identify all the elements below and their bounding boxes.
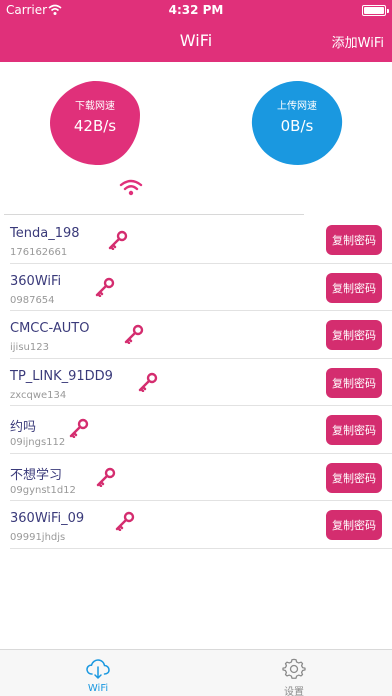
copy-password-button[interactable]: 复制密码 [326,320,382,350]
divider [4,214,304,215]
wifi-row: Tenda_198 176162661 复制密码 [0,216,392,264]
wifi-ssid: 360WiFi [10,273,62,289]
copy-password-button[interactable]: 复制密码 [326,462,382,493]
tab-wifi-label: WiFi [87,683,109,694]
wifi-ssid: TP_LINK_91DD9 [10,368,113,384]
wifi-ssid: 约吗 [10,420,37,435]
download-speed-label: 下载网速 [75,101,115,112]
copy-password-button[interactable]: 复制密码 [326,510,382,540]
wifi-password: ijisu123 [10,342,49,353]
tab-settings[interactable]: 设置 [196,650,392,696]
wifi-password: zxcqwe134 [10,389,67,401]
add-wifi-button[interactable]: 添加WiFi [332,32,384,51]
wifi-list: Tenda_198 176162661 复制密码 360WiFi 0987654… [0,216,392,549]
key-icon [95,277,115,297]
copy-password-button[interactable]: 复制密码 [326,415,382,445]
tab-settings-label: 设置 [284,687,304,696]
wifi-password: 176162661 [10,247,68,258]
cloud-download-icon [86,659,110,679]
upload-speed-label: 上传网速 [277,101,317,112]
wifi-icon [119,179,143,196]
download-speed-value: 42B/s [73,117,117,135]
battery-icon [362,5,389,16]
copy-password-button[interactable]: 复制密码 [326,225,382,255]
wifi-ssid: CMCC-AUTO [10,321,90,336]
key-icon [124,324,144,344]
wifi-ssid: Tenda_198 [10,226,80,241]
key-icon [115,511,135,531]
key-icon [108,230,128,250]
wifi-row: 约吗 09ijngs112 复制密码 [0,406,392,454]
status-time: 4:32 PM [168,3,224,17]
gear-icon [282,658,306,679]
wifi-ssid: 不想学习 [10,467,63,483]
upload-speed-badge: 上传网速 0B/s [250,79,344,167]
download-speed-badge: 下载网速 42B/s [48,79,142,167]
wifi-row: CMCC-AUTO ijisu123 复制密码 [0,311,392,359]
tab-bar: WiFi 设置 [0,649,392,696]
wifi-row: 不想学习 09gynst1d12 复制密码 [0,454,392,502]
upload-speed-value: 0B/s [280,117,314,135]
wifi-password: 0987654 [10,294,55,306]
status-bar: Carrier 4:32 PM [0,0,392,20]
wifi-password: 09991jhdjs [10,532,66,543]
nav-bar: WiFi 添加WiFi [0,20,392,62]
copy-password-button[interactable]: 复制密码 [326,367,382,398]
wifi-password: 09gynst1d12 [10,484,76,496]
key-icon [96,467,116,487]
wifi-row: 360WiFi_09 09991jhdjs 复制密码 [0,501,392,549]
wifi-row: TP_LINK_91DD9 zxcqwe134 复制密码 [0,359,392,407]
wifi-password: 09ijngs112 [10,437,66,448]
copy-password-button[interactable]: 复制密码 [326,272,382,303]
wifi-row: 360WiFi 0987654 复制密码 [0,264,392,312]
key-icon [138,372,158,392]
key-icon [69,418,89,438]
wifi-ssid: 360WiFi_09 [10,511,85,526]
tab-wifi[interactable]: WiFi [0,650,196,696]
